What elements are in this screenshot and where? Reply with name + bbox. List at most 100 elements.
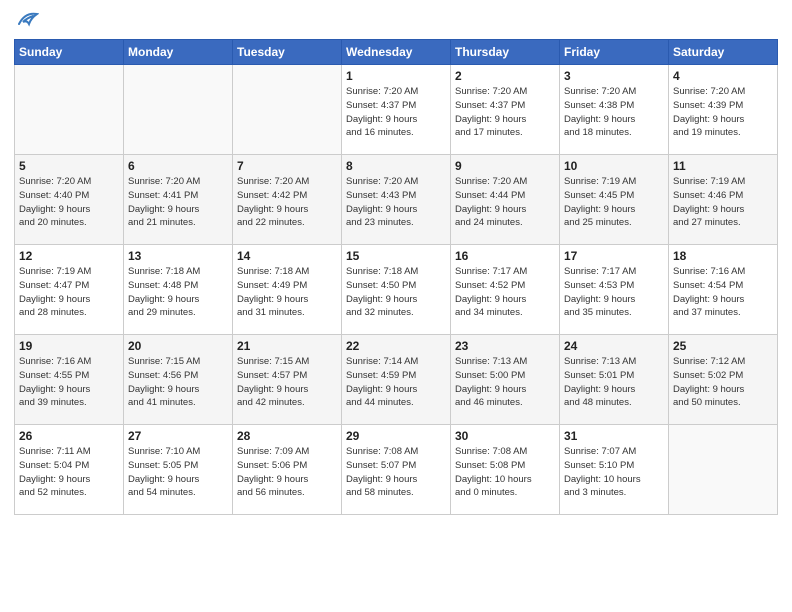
calendar-cell: 18Sunrise: 7:16 AM Sunset: 4:54 PM Dayli… xyxy=(669,245,778,335)
day-info: Sunrise: 7:08 AM Sunset: 5:07 PM Dayligh… xyxy=(346,445,446,500)
day-number: 8 xyxy=(346,159,446,173)
day-number: 4 xyxy=(673,69,773,83)
calendar-cell: 1 Sunrise: 7:20 AM Sunset: 4:37 PM Daylig… xyxy=(342,65,451,155)
day-info: Sunrise: 7:14 AM Sunset: 4:59 PM Dayligh… xyxy=(346,355,446,410)
day-info: Sunrise: 7:18 AM Sunset: 4:50 PM Dayligh… xyxy=(346,265,446,320)
calendar-cell: 10 Sunrise: 7:19 AM Sunset: 4:45 PM Dayli… xyxy=(560,155,669,245)
calendar-header-tuesday: Tuesday xyxy=(233,40,342,65)
day-info: Sunrise: 7:19 AM Sunset: 4:45 PM Dayligh… xyxy=(564,175,664,230)
day-info: Sunrise: 7:20 AM Sunset: 4:43 PM Dayligh… xyxy=(346,175,446,230)
calendar-cell: 14Sunrise: 7:18 AM Sunset: 4:49 PM Dayli… xyxy=(233,245,342,335)
day-info: Sunrise: 7:20 AM Sunset: 4:41 PM Dayligh… xyxy=(128,175,228,230)
day-info: Sunrise: 7:20 AM Sunset: 4:42 PM Dayligh… xyxy=(237,175,337,230)
day-info: Sunrise: 7:18 AM Sunset: 4:49 PM Dayligh… xyxy=(237,265,337,320)
day-number: 27 xyxy=(128,429,228,443)
day-number: 9 xyxy=(455,159,555,173)
day-info: Sunrise: 7:20 AM Sunset: 4:44 PM Dayligh… xyxy=(455,175,555,230)
day-number: 6 xyxy=(128,159,228,173)
calendar-cell: 28 Sunrise: 7:09 AM Sunset: 5:06 PM Dayli… xyxy=(233,425,342,515)
calendar-cell: 6 Sunrise: 7:20 AM Sunset: 4:41 PM Daylig… xyxy=(124,155,233,245)
day-info: Sunrise: 7:20 AM Sunset: 4:40 PM Dayligh… xyxy=(19,175,119,230)
calendar-week-row: 5 Sunrise: 7:20 AM Sunset: 4:40 PM Daylig… xyxy=(15,155,778,245)
calendar-cell: 16 Sunrise: 7:17 AM Sunset: 4:52 PM Dayli… xyxy=(451,245,560,335)
calendar-cell: 7 Sunrise: 7:20 AM Sunset: 4:42 PM Daylig… xyxy=(233,155,342,245)
calendar-header-row: SundayMondayTuesdayWednesdayThursdayFrid… xyxy=(15,40,778,65)
day-info: Sunrise: 7:15 AM Sunset: 4:56 PM Dayligh… xyxy=(128,355,228,410)
day-number: 1 xyxy=(346,69,446,83)
calendar-week-row: 12Sunrise: 7:19 AM Sunset: 4:47 PM Dayli… xyxy=(15,245,778,335)
day-info: Sunrise: 7:17 AM Sunset: 4:52 PM Dayligh… xyxy=(455,265,555,320)
calendar-cell xyxy=(15,65,124,155)
calendar-cell: 20 Sunrise: 7:15 AM Sunset: 4:56 PM Dayli… xyxy=(124,335,233,425)
day-info: Sunrise: 7:13 AM Sunset: 5:01 PM Dayligh… xyxy=(564,355,664,410)
calendar-cell: 27 Sunrise: 7:10 AM Sunset: 5:05 PM Dayli… xyxy=(124,425,233,515)
calendar-cell: 5 Sunrise: 7:20 AM Sunset: 4:40 PM Daylig… xyxy=(15,155,124,245)
calendar-cell: 30Sunrise: 7:08 AM Sunset: 5:08 PM Dayli… xyxy=(451,425,560,515)
day-number: 31 xyxy=(564,429,664,443)
calendar-table: SundayMondayTuesdayWednesdayThursdayFrid… xyxy=(14,39,778,515)
calendar-cell: 19 Sunrise: 7:16 AM Sunset: 4:55 PM Dayli… xyxy=(15,335,124,425)
calendar-header-saturday: Saturday xyxy=(669,40,778,65)
calendar-cell: 4 Sunrise: 7:20 AM Sunset: 4:39 PM Daylig… xyxy=(669,65,778,155)
calendar-cell: 22 Sunrise: 7:14 AM Sunset: 4:59 PM Dayli… xyxy=(342,335,451,425)
day-number: 29 xyxy=(346,429,446,443)
day-number: 2 xyxy=(455,69,555,83)
calendar-cell: 17 Sunrise: 7:17 AM Sunset: 4:53 PM Dayli… xyxy=(560,245,669,335)
calendar-cell: 31 Sunrise: 7:07 AM Sunset: 5:10 PM Dayli… xyxy=(560,425,669,515)
day-info: Sunrise: 7:19 AM Sunset: 4:46 PM Dayligh… xyxy=(673,175,773,230)
calendar-cell: 9 Sunrise: 7:20 AM Sunset: 4:44 PM Daylig… xyxy=(451,155,560,245)
calendar-header-thursday: Thursday xyxy=(451,40,560,65)
day-number: 19 xyxy=(19,339,119,353)
day-info: Sunrise: 7:20 AM Sunset: 4:37 PM Dayligh… xyxy=(346,85,446,140)
day-number: 18 xyxy=(673,249,773,263)
calendar-cell: 11 Sunrise: 7:19 AM Sunset: 4:46 PM Dayli… xyxy=(669,155,778,245)
day-info: Sunrise: 7:20 AM Sunset: 4:39 PM Dayligh… xyxy=(673,85,773,140)
calendar-cell: 26 Sunrise: 7:11 AM Sunset: 5:04 PM Dayli… xyxy=(15,425,124,515)
day-info: Sunrise: 7:15 AM Sunset: 4:57 PM Dayligh… xyxy=(237,355,337,410)
day-number: 28 xyxy=(237,429,337,443)
calendar-cell: 8 Sunrise: 7:20 AM Sunset: 4:43 PM Daylig… xyxy=(342,155,451,245)
day-number: 5 xyxy=(19,159,119,173)
calendar-header-wednesday: Wednesday xyxy=(342,40,451,65)
day-info: Sunrise: 7:20 AM Sunset: 4:38 PM Dayligh… xyxy=(564,85,664,140)
day-number: 21 xyxy=(237,339,337,353)
day-number: 26 xyxy=(19,429,119,443)
day-info: Sunrise: 7:07 AM Sunset: 5:10 PM Dayligh… xyxy=(564,445,664,500)
day-info: Sunrise: 7:13 AM Sunset: 5:00 PM Dayligh… xyxy=(455,355,555,410)
day-number: 11 xyxy=(673,159,773,173)
calendar-cell xyxy=(233,65,342,155)
day-number: 10 xyxy=(564,159,664,173)
calendar-cell: 23 Sunrise: 7:13 AM Sunset: 5:00 PM Dayli… xyxy=(451,335,560,425)
calendar-header-sunday: Sunday xyxy=(15,40,124,65)
calendar-header-monday: Monday xyxy=(124,40,233,65)
day-info: Sunrise: 7:16 AM Sunset: 4:55 PM Dayligh… xyxy=(19,355,119,410)
header xyxy=(14,10,778,33)
calendar-week-row: 26 Sunrise: 7:11 AM Sunset: 5:04 PM Dayli… xyxy=(15,425,778,515)
day-number: 3 xyxy=(564,69,664,83)
calendar-cell: 15Sunrise: 7:18 AM Sunset: 4:50 PM Dayli… xyxy=(342,245,451,335)
day-number: 22 xyxy=(346,339,446,353)
day-info: Sunrise: 7:08 AM Sunset: 5:08 PM Dayligh… xyxy=(455,445,555,500)
day-number: 17 xyxy=(564,249,664,263)
day-info: Sunrise: 7:09 AM Sunset: 5:06 PM Dayligh… xyxy=(237,445,337,500)
calendar-cell: 13Sunrise: 7:18 AM Sunset: 4:48 PM Dayli… xyxy=(124,245,233,335)
day-info: Sunrise: 7:20 AM Sunset: 4:37 PM Dayligh… xyxy=(455,85,555,140)
calendar-cell: 29 Sunrise: 7:08 AM Sunset: 5:07 PM Dayli… xyxy=(342,425,451,515)
logo-area xyxy=(14,10,41,33)
calendar-cell: 2 Sunrise: 7:20 AM Sunset: 4:37 PM Daylig… xyxy=(451,65,560,155)
day-info: Sunrise: 7:18 AM Sunset: 4:48 PM Dayligh… xyxy=(128,265,228,320)
calendar-week-row: 19 Sunrise: 7:16 AM Sunset: 4:55 PM Dayli… xyxy=(15,335,778,425)
day-info: Sunrise: 7:19 AM Sunset: 4:47 PM Dayligh… xyxy=(19,265,119,320)
day-number: 7 xyxy=(237,159,337,173)
day-number: 23 xyxy=(455,339,555,353)
calendar-cell: 24Sunrise: 7:13 AM Sunset: 5:01 PM Dayli… xyxy=(560,335,669,425)
day-info: Sunrise: 7:17 AM Sunset: 4:53 PM Dayligh… xyxy=(564,265,664,320)
day-info: Sunrise: 7:11 AM Sunset: 5:04 PM Dayligh… xyxy=(19,445,119,500)
logo-bird-icon xyxy=(17,10,39,33)
day-number: 16 xyxy=(455,249,555,263)
day-info: Sunrise: 7:10 AM Sunset: 5:05 PM Dayligh… xyxy=(128,445,228,500)
calendar-cell: 12Sunrise: 7:19 AM Sunset: 4:47 PM Dayli… xyxy=(15,245,124,335)
calendar-cell: 3 Sunrise: 7:20 AM Sunset: 4:38 PM Daylig… xyxy=(560,65,669,155)
calendar-cell xyxy=(124,65,233,155)
day-number: 20 xyxy=(128,339,228,353)
